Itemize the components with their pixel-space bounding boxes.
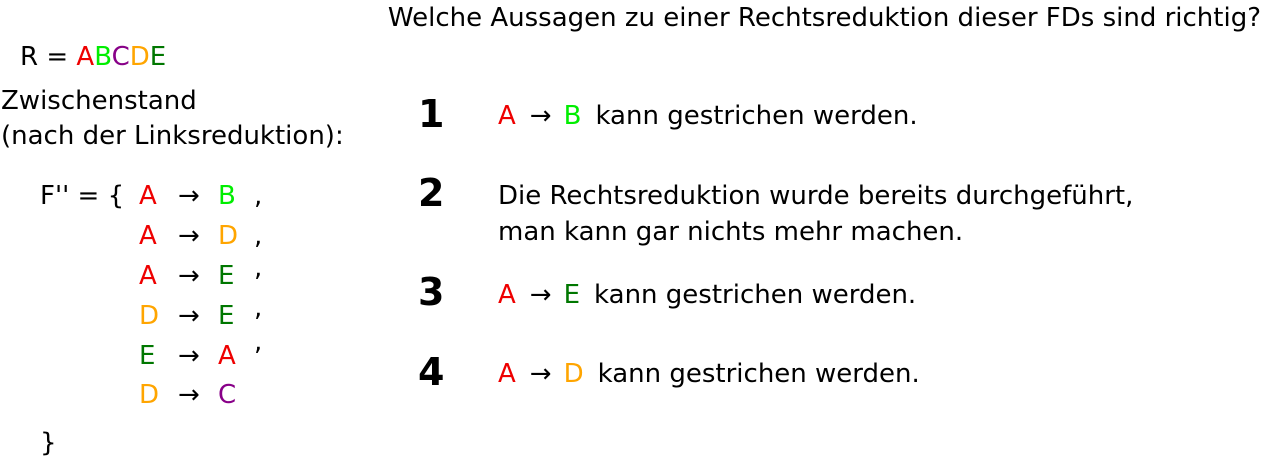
fd-open-brace: F'' = { <box>40 181 125 211</box>
fd-row: F'' = { A → B , <box>0 181 300 211</box>
fd-rhs: C <box>218 380 237 410</box>
option-number-2[interactable]: 2 <box>418 174 444 212</box>
option-rhs: E <box>563 280 581 310</box>
attr-e: E <box>149 42 167 72</box>
option-lhs: A <box>498 359 516 389</box>
fd-row: A → D , <box>0 221 300 251</box>
arrow-icon: → <box>178 261 200 291</box>
arrow-icon: → <box>178 341 200 371</box>
fd-rhs: D <box>218 221 239 251</box>
fd-rhs: A <box>218 341 236 371</box>
arrow-icon: → <box>178 380 200 410</box>
option-number-4[interactable]: 4 <box>418 353 444 391</box>
question-title: Welche Aussagen zu einer Rechtsreduktion… <box>387 3 1261 33</box>
option-text: kann gestrichen werden. <box>594 280 917 310</box>
intermediate-line2: (nach der Linksreduktion): <box>1 121 344 151</box>
attr-a: A <box>76 42 95 72</box>
option-lhs: A <box>498 101 516 131</box>
attr-b: B <box>94 42 112 72</box>
arrow-icon: → <box>529 280 552 310</box>
arrow-icon: → <box>529 101 552 131</box>
option-text: kann gestrichen werden. <box>597 359 920 389</box>
arrow-icon: → <box>529 359 552 389</box>
fd-lhs: D <box>139 301 160 331</box>
attr-c: C <box>111 42 130 72</box>
relation-schema: R = ABCDE <box>20 44 166 70</box>
fd-lhs: A <box>139 181 157 211</box>
fd-separator: , <box>254 327 263 357</box>
relation-prefix: R = <box>20 42 77 72</box>
attr-d: D <box>129 42 150 72</box>
fd-rhs: E <box>218 301 235 331</box>
fd-rhs: B <box>218 181 236 211</box>
fd-separator: , <box>254 253 263 283</box>
option-lhs: A <box>498 280 516 310</box>
arrow-icon: → <box>178 301 200 331</box>
option-number-1[interactable]: 1 <box>418 95 444 133</box>
fd-separator: , <box>254 221 263 251</box>
arrow-icon: → <box>178 181 200 211</box>
option-text: kann gestrichen werden. <box>595 101 918 131</box>
option-rhs: B <box>563 101 582 131</box>
intermediate-label: Zwischenstand (nach der Linksreduktion): <box>1 84 344 154</box>
option-3[interactable]: A → Ekann gestrichen werden. <box>498 282 916 308</box>
arrow-icon: → <box>178 221 200 251</box>
fd-lhs: A <box>139 221 157 251</box>
option-number-3[interactable]: 3 <box>418 273 444 311</box>
fd-separator: , <box>254 181 263 211</box>
option-text-line1: Die Rechtsreduktion wurde bereits durchg… <box>498 181 1134 211</box>
fd-row: E → A , <box>0 327 300 371</box>
fd-row: D → C <box>0 380 300 410</box>
fd-lhs: A <box>139 261 157 291</box>
fd-lhs: D <box>139 380 160 410</box>
option-text-line2: man kann gar nichts mehr machen. <box>498 217 964 247</box>
intermediate-line1: Zwischenstand <box>1 86 197 116</box>
fd-separator: , <box>254 293 263 323</box>
fd-lhs: E <box>139 341 156 371</box>
fd-rhs: E <box>218 261 235 291</box>
fd-close-brace: } <box>40 428 57 458</box>
fd-row: A → E , <box>0 253 300 291</box>
option-1[interactable]: A → Bkann gestrichen werden. <box>498 103 918 129</box>
option-2[interactable]: Die Rechtsreduktion wurde bereits durchg… <box>498 178 1133 250</box>
option-4[interactable]: A → Dkann gestrichen werden. <box>498 361 920 387</box>
option-rhs: D <box>563 359 584 389</box>
